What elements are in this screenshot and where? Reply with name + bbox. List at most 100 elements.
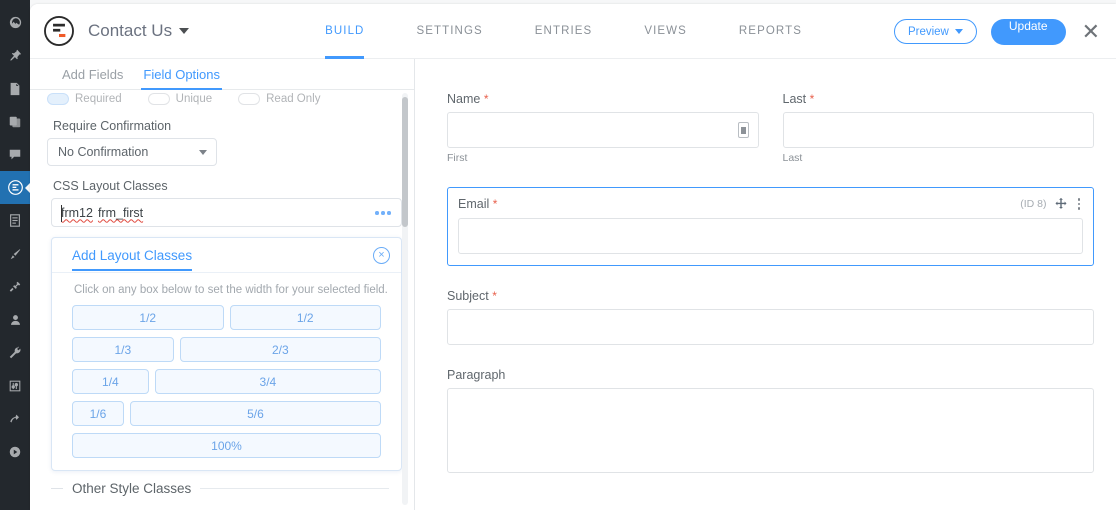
sliders-icon <box>9 380 21 391</box>
layout-box-half-a[interactable]: 1/2 <box>72 305 224 330</box>
wrench-icon <box>9 345 21 358</box>
toggle-read-only[interactable]: Read Only <box>238 93 320 105</box>
sidebar-item-pages[interactable] <box>0 105 30 138</box>
layout-box-half-b[interactable]: 1/2 <box>229 305 381 330</box>
tab-entries[interactable]: ENTRIES <box>509 4 619 59</box>
text-cursor <box>61 205 62 222</box>
field-name-input[interactable] <box>447 112 759 148</box>
chevron-down-icon <box>199 150 207 155</box>
collapse-icon <box>9 414 19 422</box>
field-email-selected[interactable]: Email * (ID 8) <box>447 187 1094 266</box>
chevron-down-icon <box>179 28 190 34</box>
toggle-required-label: Required <box>75 93 122 105</box>
layout-box-five-sixths[interactable]: 5/6 <box>129 401 381 426</box>
form-preview-area: Name * First Last * Last Email * (ID 8) … <box>415 59 1116 510</box>
name-field-row: Name * First Last * Last <box>447 92 1094 187</box>
field-paragraph-textarea[interactable] <box>447 388 1094 473</box>
tab-field-options[interactable]: Field Options <box>133 67 230 90</box>
sidebar-item-appearance[interactable] <box>0 237 30 270</box>
dashboard-icon <box>9 16 21 29</box>
sidebar-item-forms[interactable] <box>0 204 30 237</box>
sidebar-item-media[interactable] <box>0 72 30 105</box>
tab-build[interactable]: BUILD <box>299 4 390 59</box>
update-button[interactable]: Update <box>990 18 1066 45</box>
field-email-label: Email * <box>458 197 497 211</box>
panel-tabs: Add Fields Field Options <box>30 59 414 90</box>
sidebar-item-formidable[interactable] <box>0 171 30 204</box>
toggle-required[interactable]: Required <box>47 93 122 105</box>
media-icon <box>10 82 20 95</box>
layout-box-three-quarters[interactable]: 3/4 <box>154 369 381 394</box>
field-last[interactable]: Last * Last <box>782 92 1094 164</box>
field-paragraph[interactable]: Paragraph <box>447 368 1094 473</box>
field-label-text: Last <box>782 92 807 106</box>
sidebar-item-dashboard[interactable] <box>0 6 30 39</box>
tab-settings[interactable]: SETTINGS <box>390 4 508 59</box>
form-title-text: Contact Us <box>88 21 173 40</box>
style-class-row[interactable]: Total frm_total <box>47 496 397 510</box>
layout-box-quarter[interactable]: 1/4 <box>72 369 149 394</box>
add-layout-classes-popover: Add Layout Classes × Click on any box be… <box>51 237 402 471</box>
toggle-switch-icon <box>238 93 261 105</box>
pages-icon <box>9 116 21 127</box>
field-email-input[interactable] <box>458 218 1083 254</box>
layout-row: 100% <box>72 433 381 458</box>
sidebar-item-player[interactable] <box>0 435 30 468</box>
sidebar-item-comments[interactable] <box>0 138 30 171</box>
field-label-text: Email <box>458 197 490 211</box>
field-label-text: Paragraph <box>447 368 506 382</box>
toggle-switch-icon <box>47 93 69 105</box>
tab-views[interactable]: VIEWS <box>618 4 713 59</box>
divider <box>200 488 389 489</box>
field-subject[interactable]: Subject * <box>447 289 1094 345</box>
layout-row: 1/2 1/2 <box>72 305 381 330</box>
app-root: Contact Us BUILD SETTINGS ENTRIES VIEWS … <box>0 0 1116 510</box>
close-icon[interactable]: ✕ <box>1080 20 1102 43</box>
sidebar-item-users[interactable] <box>0 303 30 336</box>
popover-header: Add Layout Classes × <box>52 238 401 273</box>
sidebar-item-tools[interactable] <box>0 336 30 369</box>
sidebar-item-collapse[interactable] <box>0 402 30 435</box>
require-confirmation-select[interactable]: No Confirmation <box>47 138 217 166</box>
form-title-menu[interactable]: Contact Us <box>88 21 190 41</box>
field-id-tag: (ID 8) <box>1020 198 1047 210</box>
brush-icon <box>10 248 21 259</box>
preview-button[interactable]: Preview <box>893 19 977 44</box>
layout-box-two-thirds[interactable]: 2/3 <box>179 337 381 362</box>
field-toggles: Required Unique Read Only <box>47 92 397 106</box>
formidable-logo-icon <box>44 16 74 46</box>
field-subject-input[interactable] <box>447 309 1094 345</box>
close-icon[interactable]: × <box>373 247 390 264</box>
more-options-icon[interactable] <box>371 204 395 222</box>
field-name-sublabel: First <box>447 152 468 164</box>
toggle-unique[interactable]: Unique <box>147 93 212 105</box>
field-last-input[interactable] <box>782 112 1094 148</box>
field-paragraph-label: Paragraph <box>447 368 1094 382</box>
sidebar-item-posts[interactable] <box>0 39 30 72</box>
tab-reports[interactable]: REPORTS <box>713 4 828 59</box>
field-subject-label: Subject * <box>447 289 1094 303</box>
field-menu-icon[interactable] <box>1075 198 1084 210</box>
sidebar-item-plugins[interactable] <box>0 270 30 303</box>
tab-add-fields[interactable]: Add Fields <box>52 67 133 89</box>
layout-box-sixth[interactable]: 1/6 <box>72 401 124 426</box>
field-name[interactable]: Name * First <box>447 92 759 164</box>
builder-nav: BUILD SETTINGS ENTRIES VIEWS REPORTS <box>299 4 828 59</box>
preview-label: Preview <box>907 25 949 38</box>
layout-row: 1/4 3/4 <box>72 369 381 394</box>
user-icon <box>10 314 20 325</box>
css-layout-classes-input[interactable]: frm12 frm_first <box>51 198 402 227</box>
plug-icon <box>9 281 21 292</box>
layout-grid: 1/2 1/2 1/3 2/3 1/4 3/4 1/6 5/6 100% <box>52 305 401 470</box>
other-style-classes-title: Other Style Classes <box>72 481 192 496</box>
layout-box-full[interactable]: 100% <box>72 433 381 458</box>
toggle-switch-icon <box>147 93 170 105</box>
layout-box-third[interactable]: 1/3 <box>72 337 174 362</box>
sidebar-item-settings[interactable] <box>0 369 30 402</box>
css-layout-classes-label: CSS Layout Classes <box>53 179 168 193</box>
css-class-token: frm12 <box>61 205 93 220</box>
scrollbar-thumb[interactable] <box>402 97 408 227</box>
move-icon[interactable] <box>1054 197 1068 211</box>
contact-card-icon <box>737 122 749 138</box>
field-email-header: Email * (ID 8) <box>458 197 1083 211</box>
